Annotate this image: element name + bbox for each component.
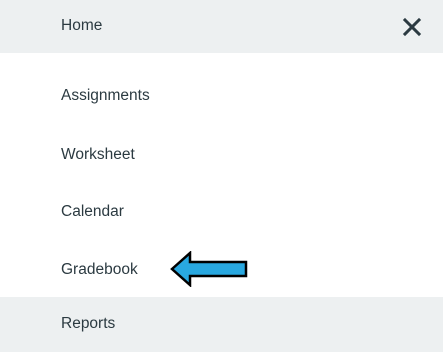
menu-item-reports[interactable]: Reports [0, 297, 443, 352]
navigation-menu: Home Assignments Worksheet Calendar Grad… [0, 0, 443, 352]
menu-item-assignments[interactable]: Assignments [0, 82, 443, 110]
menu-item-label: Reports [61, 315, 116, 332]
menu-item-label: Worksheet [61, 146, 135, 163]
annotation-arrow [170, 251, 248, 287]
menu-item-calendar[interactable]: Calendar [0, 198, 443, 226]
close-icon [402, 17, 422, 37]
menu-item-label: Calendar [61, 203, 124, 220]
menu-item-worksheet[interactable]: Worksheet [0, 141, 443, 169]
menu-item-label: Gradebook [61, 261, 138, 278]
menu-item-label: Home [61, 17, 103, 34]
menu-item-label: Assignments [61, 87, 150, 104]
left-arrow-icon [170, 251, 248, 287]
close-button[interactable] [400, 15, 424, 39]
menu-item-home[interactable]: Home [0, 0, 443, 53]
